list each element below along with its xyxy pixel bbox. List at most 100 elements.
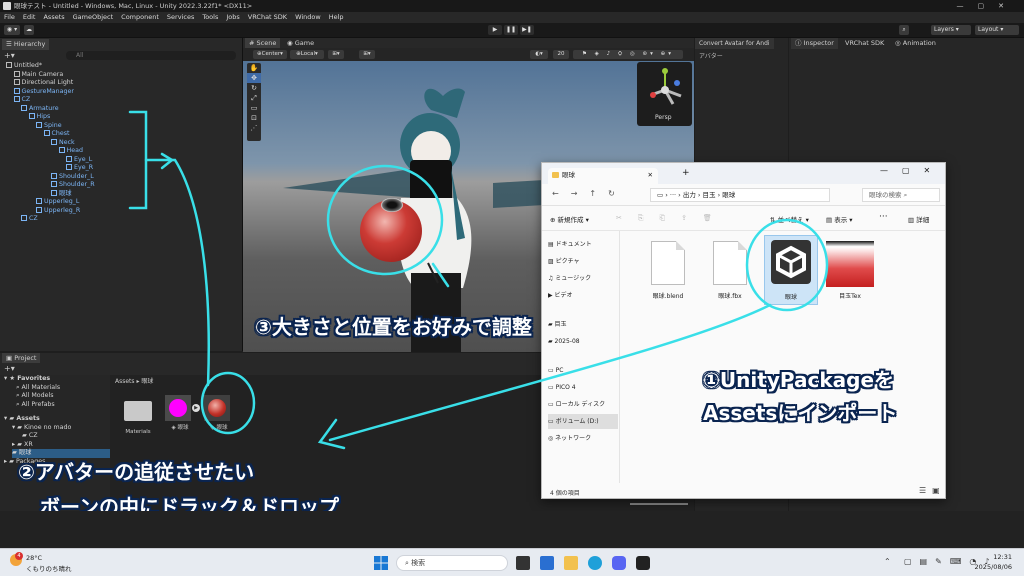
path-output[interactable]: 出力 xyxy=(683,191,696,199)
view-toggle-icons[interactable]: ☰▣ xyxy=(919,486,946,495)
menu-item-1[interactable]: Edit xyxy=(23,12,36,23)
explorer-tab[interactable]: 眼球 ✕ xyxy=(548,168,658,184)
taskbar-search[interactable]: ⌕ 検索 xyxy=(396,555,508,571)
favorite-all-models[interactable]: ⌕ All Models xyxy=(16,392,54,401)
new-button[interactable]: ⊕ 新規作成 ▾ xyxy=(550,214,589,224)
start-button[interactable] xyxy=(374,556,388,570)
icon-size-slider[interactable] xyxy=(630,503,688,505)
hierarchy-item[interactable]: Armature xyxy=(21,104,59,114)
hierarchy-item[interactable]: Eye_R xyxy=(66,164,93,173)
hierarchy-item[interactable]: Neck xyxy=(51,138,75,148)
explorer-sidebar-item[interactable]: ▨ ピクチャ xyxy=(548,254,618,269)
favorite-all-materials[interactable]: ⌕ All Materials xyxy=(16,384,60,393)
explorer-window-controls[interactable]: —▢✕ xyxy=(880,166,944,175)
grid-size-field[interactable]: 20 xyxy=(553,50,569,59)
hierarchy-item[interactable]: Upperleg_L xyxy=(36,198,79,207)
menu-item-8[interactable]: VRChat SDK xyxy=(248,12,287,23)
menu-item-0[interactable]: File xyxy=(4,12,15,23)
sort-button[interactable]: ⇅ 並べ替え ▾ xyxy=(770,214,809,224)
tray-overflow-icon[interactable]: ⌃ xyxy=(884,557,891,566)
nav-buttons[interactable]: ←→↑↻ xyxy=(552,189,627,198)
window-controls[interactable]: —▢✕ xyxy=(957,0,1018,12)
app-icon[interactable] xyxy=(540,556,554,570)
folder-kinoe[interactable]: ▾ ▰ Kinoe no mado xyxy=(12,424,71,433)
breadcrumb-eyeball[interactable]: 眼球 xyxy=(141,378,153,385)
explorer-sidebar-item[interactable]: ▰ 目玉 xyxy=(548,317,618,332)
pivot-dropdown[interactable]: ⊕Center▾ xyxy=(253,50,287,59)
assets-folder[interactable]: ▾ ▰ Assets xyxy=(4,415,40,424)
hierarchy-item[interactable]: CZ xyxy=(13,96,30,105)
hierarchy-item[interactable]: GestureManager xyxy=(13,87,74,97)
hierarchy-item[interactable]: 眼球 xyxy=(51,189,72,199)
hierarchy-search-input[interactable]: All xyxy=(66,51,236,60)
inspector-tab[interactable]: ⓘ Inspector xyxy=(791,38,838,49)
menu-item-9[interactable]: Window xyxy=(295,12,321,23)
details-button[interactable]: ▥ 詳細 xyxy=(908,214,929,224)
address-bar[interactable]: ▭ › ··· › 出力 › 目玉 › 眼球 xyxy=(650,188,830,202)
snap-button[interactable]: ⊞▾ xyxy=(359,50,375,59)
materials-folder-item[interactable]: Materials xyxy=(124,397,152,435)
more-icon[interactable]: ··· xyxy=(879,212,888,222)
menu-item-5[interactable]: Services xyxy=(167,12,194,23)
convert-avatar-tab[interactable]: Convert Avatar for Andi xyxy=(695,38,774,49)
file-unitypackage[interactable]: 眼球 xyxy=(764,235,818,305)
search-icon[interactable]: ⌕ xyxy=(899,25,909,35)
pause-button[interactable]: ❚❚ xyxy=(504,25,518,35)
folder-xr[interactable]: ▸ ▰ XR xyxy=(12,441,33,450)
path-eyeball[interactable]: 眼球 xyxy=(722,191,735,199)
eyeball-model-item[interactable]: ◈ 眼球 xyxy=(204,395,234,435)
unity-taskbar-icon[interactable] xyxy=(636,556,650,570)
explorer-sidebar-item[interactable]: ▭ PICO 4 xyxy=(548,380,618,395)
breadcrumb-assets[interactable]: Assets xyxy=(115,378,135,385)
explorer-sidebar-item[interactable]: ◎ ネットワーク xyxy=(548,431,618,446)
hierarchy-item[interactable]: Directional Light xyxy=(13,79,73,88)
explorer-sidebar-item[interactable]: ▭ ローカル ディスク xyxy=(548,397,618,412)
hierarchy-item[interactable]: Hips xyxy=(28,113,50,122)
animation-tab[interactable]: ◎ Animation xyxy=(891,38,940,49)
discord-icon[interactable] xyxy=(612,556,626,570)
game-tab[interactable]: ◉ Game xyxy=(283,38,318,48)
menu-item-7[interactable]: Jobs xyxy=(226,12,239,23)
layout-dropdown[interactable]: Layout ▾ xyxy=(975,25,1019,35)
menu-item-10[interactable]: Help xyxy=(329,12,344,23)
hierarchy-item[interactable]: Shoulder_L xyxy=(51,172,94,182)
hierarchy-item[interactable]: Untitled* xyxy=(6,62,42,71)
explorer-sidebar-item[interactable]: ▤ ドキュメント xyxy=(548,237,618,252)
explorer-sidebar-item[interactable]: ▰ 2025-08 xyxy=(548,334,618,349)
path-medama[interactable]: 目玉 xyxy=(703,191,716,199)
hierarchy-item[interactable]: Chest xyxy=(43,130,70,139)
layers-dropdown[interactable]: Layers ▾ xyxy=(931,25,971,35)
vrchat-sdk-tab[interactable]: VRChat SDK xyxy=(841,38,888,49)
clipboard-buttons[interactable]: ✂⎘⎗⇪🗑 xyxy=(616,214,728,223)
favorites-header[interactable]: ▾ ★ Favorites xyxy=(4,375,50,384)
project-add-icon[interactable]: +▾ xyxy=(4,364,15,373)
scene-gizmo-buttons[interactable]: ⚑ ◈ ♪ ⛭ ◎ ⊛▾ ⊕▾ xyxy=(573,50,683,59)
account-button[interactable]: ◉ ▾ xyxy=(4,25,20,35)
menu-item-3[interactable]: GameObject xyxy=(73,12,114,23)
hierarchy-item[interactable]: Main Camera xyxy=(13,70,63,80)
space-dropdown[interactable]: ⊕Local▾ xyxy=(290,50,324,59)
add-icon[interactable]: +▾ xyxy=(4,51,15,60)
expand-arrow-icon[interactable]: ▶ xyxy=(192,404,200,412)
menu-item-4[interactable]: Component xyxy=(121,12,159,23)
project-tab[interactable]: ▣ Project xyxy=(2,353,41,363)
hierarchy-item[interactable]: CZ xyxy=(21,215,38,224)
grid-snap-button[interactable]: ⊞▾ xyxy=(328,50,344,59)
close-tab-icon[interactable]: ✕ xyxy=(648,168,653,182)
task-view-icon[interactable] xyxy=(516,556,530,570)
hierarchy-item[interactable]: Shoulder_R xyxy=(51,181,95,190)
cloud-icon[interactable]: ☁ xyxy=(24,25,34,35)
hierarchy-item[interactable]: Upperleg_R xyxy=(36,206,80,216)
folder-cz[interactable]: ▰ CZ xyxy=(22,432,38,441)
eyeball-prefab-item[interactable]: ◈ 眼球 xyxy=(165,395,195,435)
shading-button[interactable]: ◐▾ xyxy=(530,50,548,59)
explorer-sidebar-item[interactable]: ▶ ビデオ xyxy=(548,288,618,303)
new-tab-icon[interactable]: + xyxy=(682,168,690,178)
hierarchy-tab[interactable]: ☰ Hierarchy xyxy=(2,39,50,50)
favorite-all-prefabs[interactable]: ⌕ All Prefabs xyxy=(16,401,55,410)
hierarchy-item[interactable]: Eye_L xyxy=(66,155,92,165)
eyeball-object[interactable] xyxy=(360,198,422,262)
step-button[interactable]: ▶❚ xyxy=(520,25,534,35)
menu-item-2[interactable]: Assets xyxy=(43,12,64,23)
file-explorer-icon[interactable] xyxy=(564,556,578,570)
